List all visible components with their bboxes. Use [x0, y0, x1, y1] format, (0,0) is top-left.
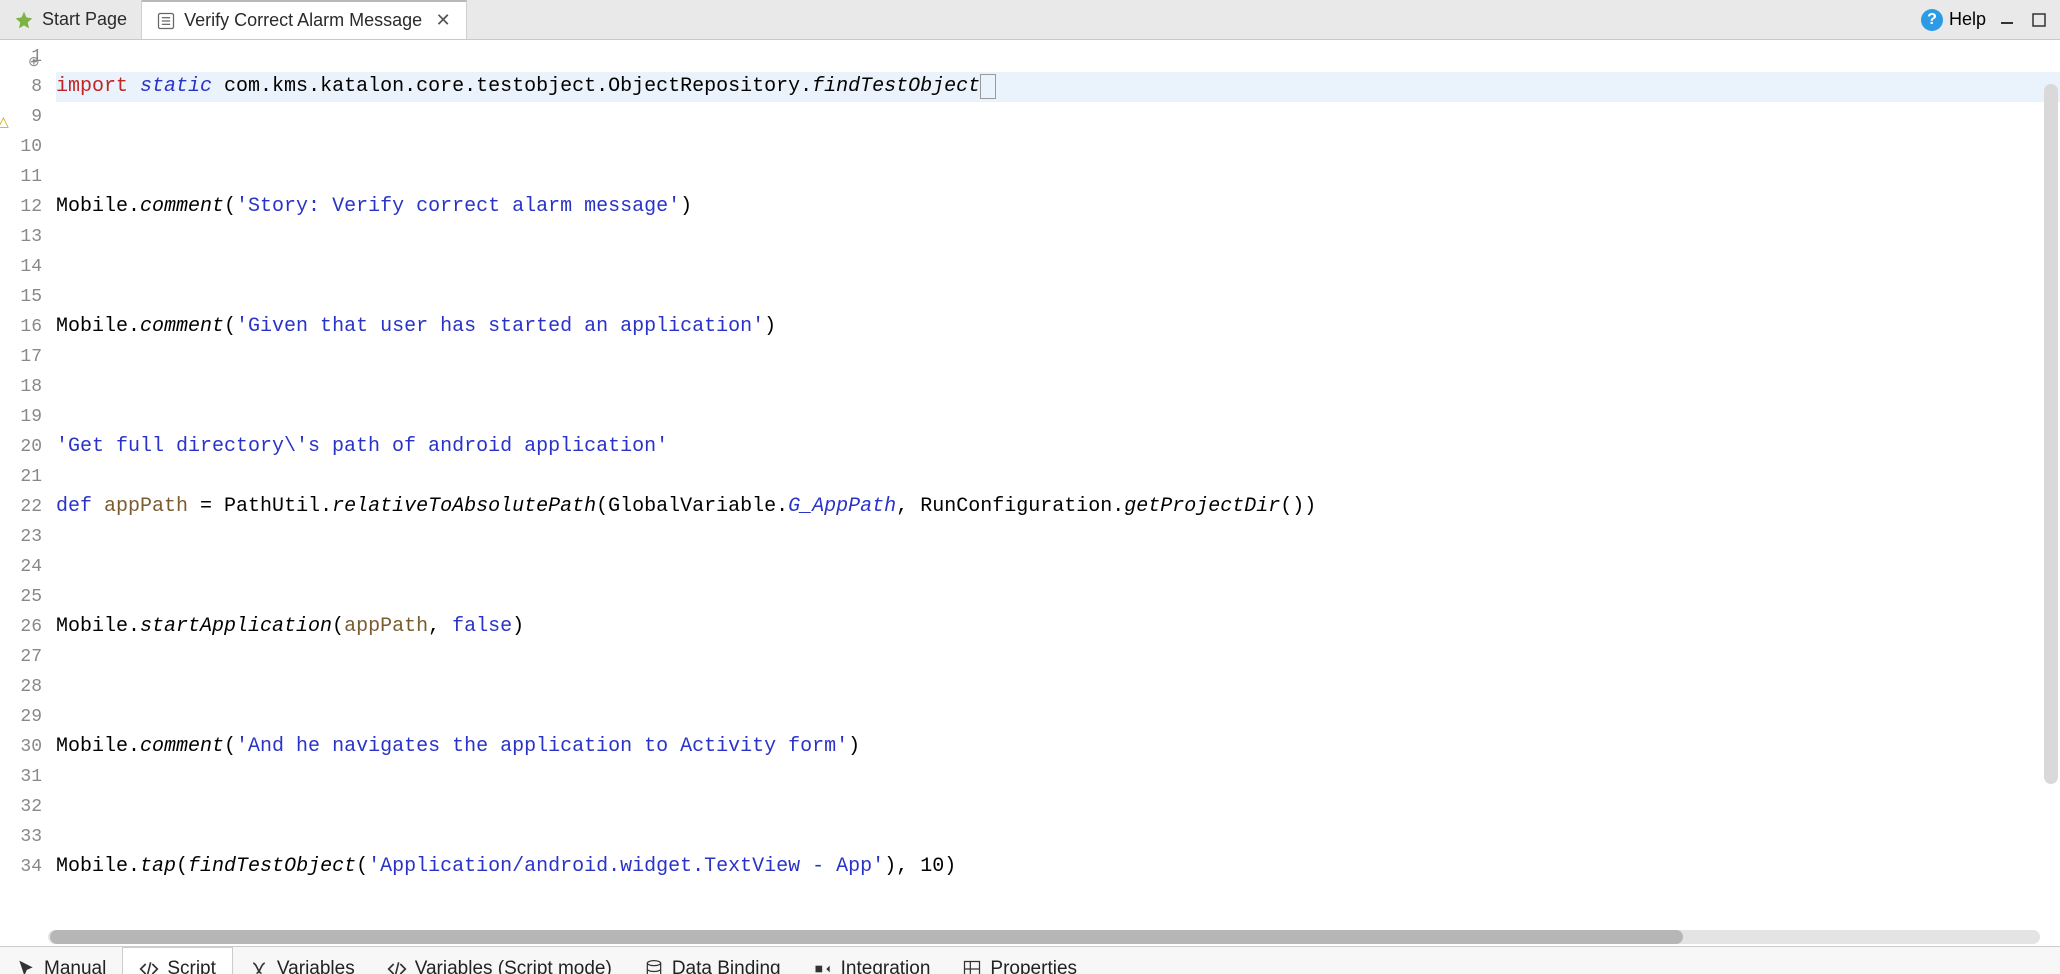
line-number[interactable]: 1 — [0, 42, 48, 72]
line-number: 12 — [0, 192, 48, 222]
tab-data-binding[interactable]: Data Binding — [628, 947, 797, 974]
line-number: 17 — [0, 342, 48, 372]
tab-integration[interactable]: Integration — [797, 947, 947, 974]
hscroll-track — [0, 930, 2060, 946]
line-number: 24 — [0, 552, 48, 582]
horizontal-scrollbar[interactable] — [48, 930, 2040, 944]
tab-label: Data Binding — [672, 958, 781, 974]
line-number: 21 — [0, 462, 48, 492]
editor: 1 8 9 10 11 12 13 14 15 16 17 18 19 20 2… — [0, 40, 2060, 930]
line-number: 31 — [0, 762, 48, 792]
tab-properties[interactable]: Properties — [946, 947, 1093, 974]
vertical-scrollbar[interactable] — [2044, 84, 2058, 784]
hscroll-thumb[interactable] — [50, 930, 1683, 944]
line-number: 9 — [0, 102, 48, 132]
line-number: 16 — [0, 312, 48, 342]
tab-bar: Start Page Verify Correct Alarm Message … — [0, 0, 2060, 40]
tab-manual[interactable]: Manual — [0, 947, 122, 974]
line-number: 13 — [0, 222, 48, 252]
line-number: 32 — [0, 792, 48, 822]
line-number: 29 — [0, 702, 48, 732]
tab-verify-alarm[interactable]: Verify Correct Alarm Message ✕ — [142, 0, 467, 39]
minimize-button[interactable] — [1996, 9, 2018, 31]
line-number: 11 — [0, 162, 48, 192]
bottom-tabs: Manual Script Variables Variables (Scrip… — [0, 946, 2060, 974]
x-icon — [249, 959, 269, 974]
line-gutter: 1 8 9 10 11 12 13 14 15 16 17 18 19 20 2… — [0, 40, 48, 930]
tab-script[interactable]: Script — [122, 947, 233, 974]
integration-icon — [813, 959, 833, 974]
cursor-icon — [16, 959, 36, 974]
help-button[interactable]: ? Help — [1921, 9, 1986, 31]
line-number: 10 — [0, 132, 48, 162]
tab-label: Variables (Script mode) — [415, 958, 612, 974]
tab-variables-script[interactable]: Variables (Script mode) — [371, 947, 628, 974]
line-number: 28 — [0, 672, 48, 702]
tab-label: Script — [167, 958, 216, 974]
line-number: 22 — [0, 492, 48, 522]
tab-label: Variables — [277, 958, 355, 974]
help-icon: ? — [1921, 9, 1943, 31]
line-number: 23 — [0, 522, 48, 552]
line-number: 19 — [0, 402, 48, 432]
star-icon — [14, 10, 34, 30]
tab-label: Verify Correct Alarm Message — [184, 10, 422, 31]
line-number: 15 — [0, 282, 48, 312]
line-number: 26 — [0, 612, 48, 642]
tab-label: Start Page — [42, 9, 127, 30]
list-icon — [156, 11, 176, 31]
maximize-button[interactable] — [2028, 9, 2050, 31]
tab-variables[interactable]: Variables — [233, 947, 371, 974]
line-number: 18 — [0, 372, 48, 402]
grid-icon — [962, 959, 982, 974]
line-number: 30 — [0, 732, 48, 762]
close-icon[interactable]: ✕ — [434, 12, 452, 30]
tab-label: Integration — [841, 958, 931, 974]
line-number: 20 — [0, 432, 48, 462]
tab-right-controls: ? Help — [1921, 0, 2060, 39]
tab-label: Properties — [990, 958, 1077, 974]
line-number: 8 — [0, 72, 48, 102]
line-number: 33 — [0, 822, 48, 852]
code-icon — [139, 959, 159, 974]
tab-label: Manual — [44, 958, 106, 974]
line-number: 25 — [0, 582, 48, 612]
help-label: Help — [1949, 9, 1986, 30]
line-number: 34 — [0, 852, 48, 882]
code-area[interactable]: import static com.kms.katalon.core.testo… — [48, 40, 2060, 930]
line-number: 14 — [0, 252, 48, 282]
database-icon — [644, 959, 664, 974]
line-number: 27 — [0, 642, 48, 672]
code-icon — [387, 959, 407, 974]
tab-start-page[interactable]: Start Page — [0, 0, 142, 39]
